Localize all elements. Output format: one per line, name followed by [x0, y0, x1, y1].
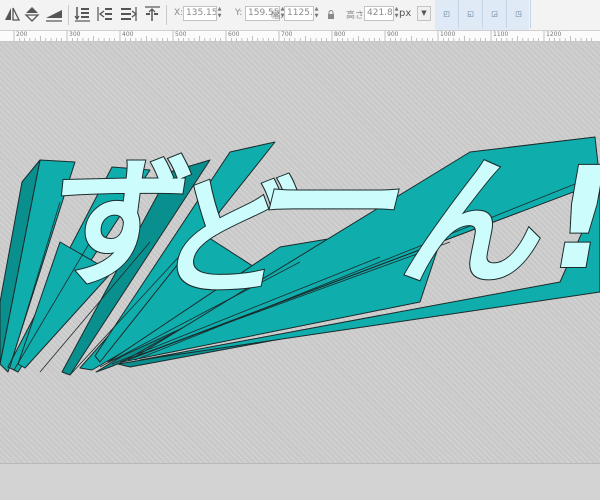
x-label: X:	[174, 8, 184, 18]
align-left-icon[interactable]	[95, 4, 115, 24]
unit-value: px	[399, 8, 412, 19]
flip-horizontal-icon[interactable]	[2, 4, 22, 24]
ruler-label: 1100	[493, 31, 509, 38]
unit-select[interactable]: px ▼	[399, 6, 433, 21]
ruler-label: 900	[387, 31, 399, 38]
ruler-label: 300	[69, 31, 81, 38]
ruler-label: 1000	[440, 31, 456, 38]
distribute-horizontal-icon[interactable]	[118, 4, 138, 24]
snap-path-icon[interactable]: ◲	[483, 0, 507, 28]
ruler-label: 400	[122, 31, 134, 38]
ruler-label: 1200	[546, 31, 562, 38]
width-label: 幅:	[271, 11, 284, 21]
height-field[interactable]: 421.870	[364, 6, 394, 21]
width-spinner[interactable]: ▲ ▼	[314, 6, 319, 21]
x-spinner[interactable]: ▲ ▼	[217, 6, 222, 21]
snap-toolbar: ◰ ◱ ◲ ◳	[435, 0, 531, 30]
flip-vertical-icon[interactable]	[22, 4, 42, 24]
ruler-label: 700	[281, 31, 293, 38]
toolbar: X: 135.157 ▲▼ Y: 159.557 ▲▼ 幅: 1125.27 ▲…	[0, 0, 600, 31]
lock-icon[interactable]	[324, 7, 338, 21]
ruler-label: 500	[175, 31, 187, 38]
snap-node-icon[interactable]: ◱	[459, 0, 483, 28]
align-top-icon[interactable]	[142, 4, 162, 24]
ruler-label: 200	[16, 31, 28, 38]
toolbar-separator	[68, 5, 69, 25]
horizontal-ruler[interactable]: 200 300 400 500 600 700 800 900 1000 1100 1200	[0, 31, 600, 42]
align-bottom-icon[interactable]	[72, 4, 92, 24]
x-field[interactable]: 135.157	[183, 6, 217, 21]
ruler-label: 800	[334, 31, 346, 38]
snap-bbox-icon[interactable]: ◰	[435, 0, 459, 28]
snap-guide-icon[interactable]: ◳	[507, 0, 531, 28]
page-area-bottom	[0, 463, 600, 500]
chevron-down-icon: ▼	[417, 6, 431, 21]
artwork[interactable]: ずどーん!	[0, 42, 600, 463]
skew-icon[interactable]	[44, 4, 64, 24]
width-field[interactable]: 1125.27	[284, 6, 314, 21]
ruler-label: 600	[228, 31, 240, 38]
y-label: Y:	[235, 8, 243, 18]
canvas[interactable]: ずどーん!	[0, 42, 600, 500]
toolbar-separator	[166, 5, 167, 25]
